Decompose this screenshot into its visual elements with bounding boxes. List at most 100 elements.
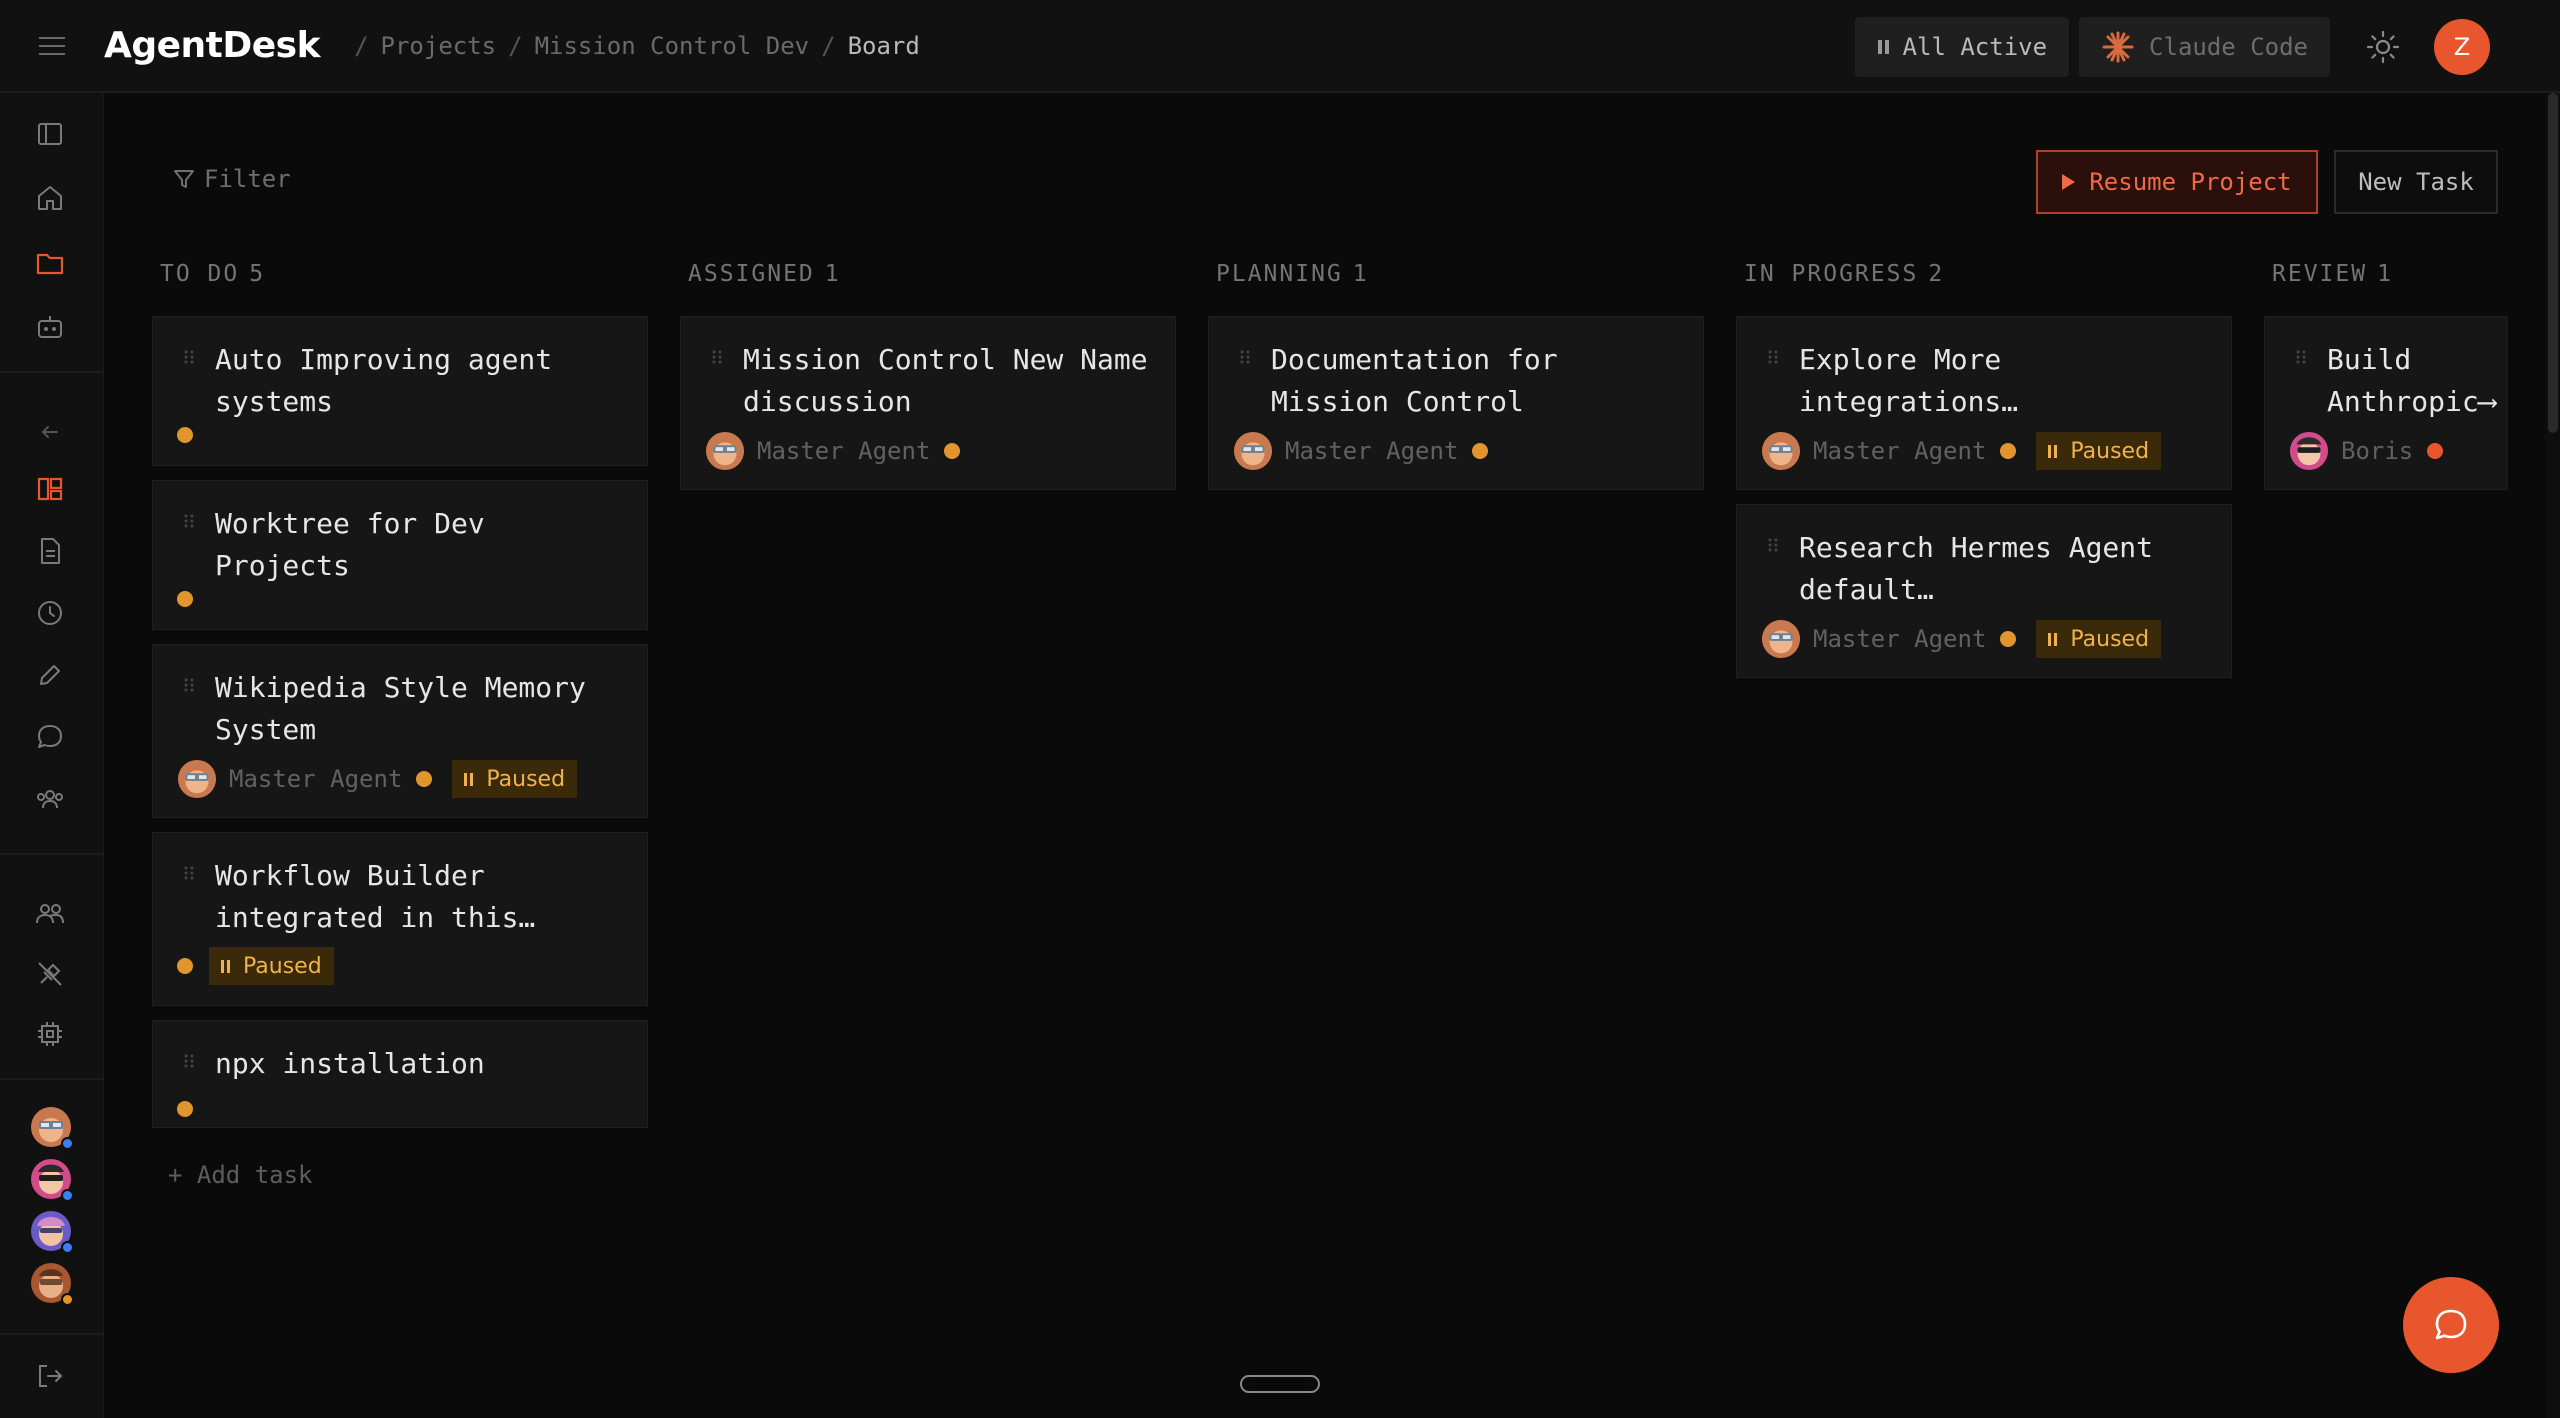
status-dot bbox=[177, 1101, 193, 1117]
plug-off-icon bbox=[38, 962, 62, 986]
theme-toggle-button[interactable] bbox=[2348, 17, 2418, 77]
filter-button[interactable]: Filter bbox=[172, 165, 291, 193]
resume-project-button[interactable]: Resume Project bbox=[2036, 150, 2318, 214]
vertical-scrollbar[interactable] bbox=[2546, 93, 2560, 1418]
task-card[interactable]: Build Anthropic⟶ Boris bbox=[2264, 316, 2508, 490]
drag-handle-icon[interactable] bbox=[1767, 349, 1779, 365]
task-card[interactable]: Documentation for Mission Control Master… bbox=[1208, 316, 1704, 490]
task-title: Worktree for Dev Projects bbox=[215, 507, 485, 582]
sidebar-item-team[interactable] bbox=[29, 778, 71, 820]
sidebar-agent-avatar[interactable] bbox=[30, 1262, 74, 1306]
column-header-in-progress: IN PROGRESS 2 bbox=[1744, 261, 1954, 287]
new-task-button[interactable]: New Task bbox=[2334, 150, 2498, 214]
back-arrow-icon bbox=[41, 426, 58, 438]
sidebar-item-integrations[interactable] bbox=[29, 953, 71, 995]
online-status-dot bbox=[61, 1189, 74, 1202]
sidebar-item-home[interactable] bbox=[29, 177, 71, 219]
status-dot bbox=[1472, 443, 1489, 459]
task-card[interactable]: Auto Improving agent systems bbox=[152, 316, 648, 466]
people-icon bbox=[36, 904, 64, 924]
sidebar-item-docs[interactable] bbox=[29, 530, 71, 572]
sidebar-agent-avatar[interactable] bbox=[30, 1158, 74, 1202]
task-card[interactable]: Workflow Builder integrated in this… Pau… bbox=[152, 832, 648, 1006]
drag-handle-icon[interactable] bbox=[1767, 537, 1779, 553]
drag-handle-icon[interactable] bbox=[183, 349, 195, 365]
scrollbar-thumb[interactable] bbox=[2548, 93, 2558, 433]
column-count: 1 bbox=[2377, 261, 2393, 287]
play-icon bbox=[2062, 174, 2076, 190]
sparkle-burst-icon bbox=[2102, 31, 2134, 62]
sidebar bbox=[0, 93, 104, 1418]
column-name: TO DO bbox=[160, 261, 240, 287]
assignee-name: Master Agent bbox=[1813, 625, 1987, 653]
task-title: Build Anthropic⟶ bbox=[2327, 343, 2496, 418]
pause-icon bbox=[2048, 632, 2060, 646]
add-task-button[interactable]: + Add task bbox=[168, 1161, 313, 1189]
breadcrumb-current: Board bbox=[847, 31, 920, 60]
assignee-name: Master Agent bbox=[229, 765, 403, 793]
status-dot bbox=[177, 958, 193, 974]
status-dot bbox=[2427, 443, 2444, 459]
drag-handle-icon[interactable] bbox=[183, 865, 195, 881]
task-title: npx installation bbox=[215, 1047, 485, 1080]
task-title: Workflow Builder integrated in this… bbox=[215, 859, 536, 934]
hamburger-menu-button[interactable] bbox=[0, 0, 104, 92]
chat-fab-button[interactable] bbox=[2403, 1277, 2499, 1373]
pause-icon bbox=[221, 959, 233, 973]
sidebar-agent-avatar[interactable] bbox=[30, 1106, 74, 1150]
drag-handle-icon[interactable] bbox=[183, 513, 195, 529]
breadcrumb-separator: / bbox=[354, 31, 369, 60]
user-avatar-button[interactable]: Z bbox=[2434, 18, 2490, 75]
horizontal-scroll-handle[interactable] bbox=[1240, 1375, 1320, 1393]
task-title: Documentation for Mission Control bbox=[1271, 343, 1558, 418]
drag-handle-icon[interactable] bbox=[711, 349, 723, 365]
sidebar-item-people[interactable] bbox=[29, 893, 71, 935]
sidebar-divider bbox=[0, 1333, 104, 1335]
sidebar-item-edit[interactable] bbox=[29, 654, 71, 696]
top-right-controls: All Active Claude Code Z bbox=[1845, 0, 2560, 93]
sidebar-item-agents[interactable] bbox=[29, 306, 71, 348]
badge-label: Paused bbox=[243, 953, 322, 979]
sidebar-item-board[interactable] bbox=[29, 468, 71, 510]
task-meta bbox=[177, 591, 193, 607]
task-card[interactable]: Wikipedia Style Memory System Master Age… bbox=[152, 644, 648, 818]
sidebar-item-chat[interactable] bbox=[29, 716, 71, 758]
task-card[interactable]: Explore More integrations… Master Agent … bbox=[1736, 316, 2232, 490]
task-card[interactable]: Worktree for Dev Projects bbox=[152, 480, 648, 630]
drag-handle-icon[interactable] bbox=[1239, 349, 1251, 365]
filter-icon bbox=[174, 170, 194, 188]
drag-handle-icon[interactable] bbox=[2295, 349, 2307, 365]
sidebar-agent-avatar[interactable] bbox=[30, 1210, 74, 1254]
column-count: 5 bbox=[249, 261, 266, 287]
badge-label: Paused bbox=[486, 766, 566, 792]
task-card[interactable]: Mission Control New Name discussion Mast… bbox=[680, 316, 1176, 490]
sidebar-back-button[interactable] bbox=[29, 411, 71, 453]
logout-button[interactable] bbox=[29, 1355, 71, 1397]
chip-icon bbox=[38, 1022, 62, 1046]
column-name: IN PROGRESS bbox=[1744, 261, 1919, 287]
paused-badge: Paused bbox=[209, 947, 334, 985]
task-title: Research Hermes Agent default… bbox=[1799, 531, 2154, 606]
breadcrumb-projects[interactable]: Projects bbox=[381, 32, 497, 60]
status-dot bbox=[2000, 443, 2017, 459]
assignee-name: Boris bbox=[2341, 437, 2414, 465]
task-meta bbox=[177, 1101, 193, 1117]
sidebar-item-system[interactable] bbox=[29, 1013, 71, 1055]
document-icon bbox=[41, 538, 60, 564]
claude-code-button[interactable]: Claude Code bbox=[2079, 16, 2330, 77]
drag-handle-icon[interactable] bbox=[183, 1053, 195, 1069]
busy-status-dot bbox=[61, 1293, 74, 1306]
breadcrumb-project[interactable]: Mission Control Dev bbox=[535, 32, 810, 60]
drag-handle-icon[interactable] bbox=[183, 677, 195, 693]
task-card[interactable]: Research Hermes Agent default… Master Ag… bbox=[1736, 504, 2232, 678]
assignee-name: Master Agent bbox=[757, 437, 931, 465]
task-meta: Paused bbox=[177, 947, 334, 985]
sidebar-item-history[interactable] bbox=[29, 592, 71, 634]
badge-label: Paused bbox=[2070, 626, 2150, 652]
sidebar-panel-toggle[interactable] bbox=[29, 113, 71, 155]
task-card[interactable]: npx installation bbox=[152, 1020, 648, 1128]
sidebar-item-projects[interactable] bbox=[29, 242, 71, 284]
task-title: Explore More integrations… bbox=[1799, 343, 2019, 418]
all-active-button[interactable]: All Active bbox=[1854, 16, 2070, 77]
home-icon bbox=[38, 186, 62, 210]
